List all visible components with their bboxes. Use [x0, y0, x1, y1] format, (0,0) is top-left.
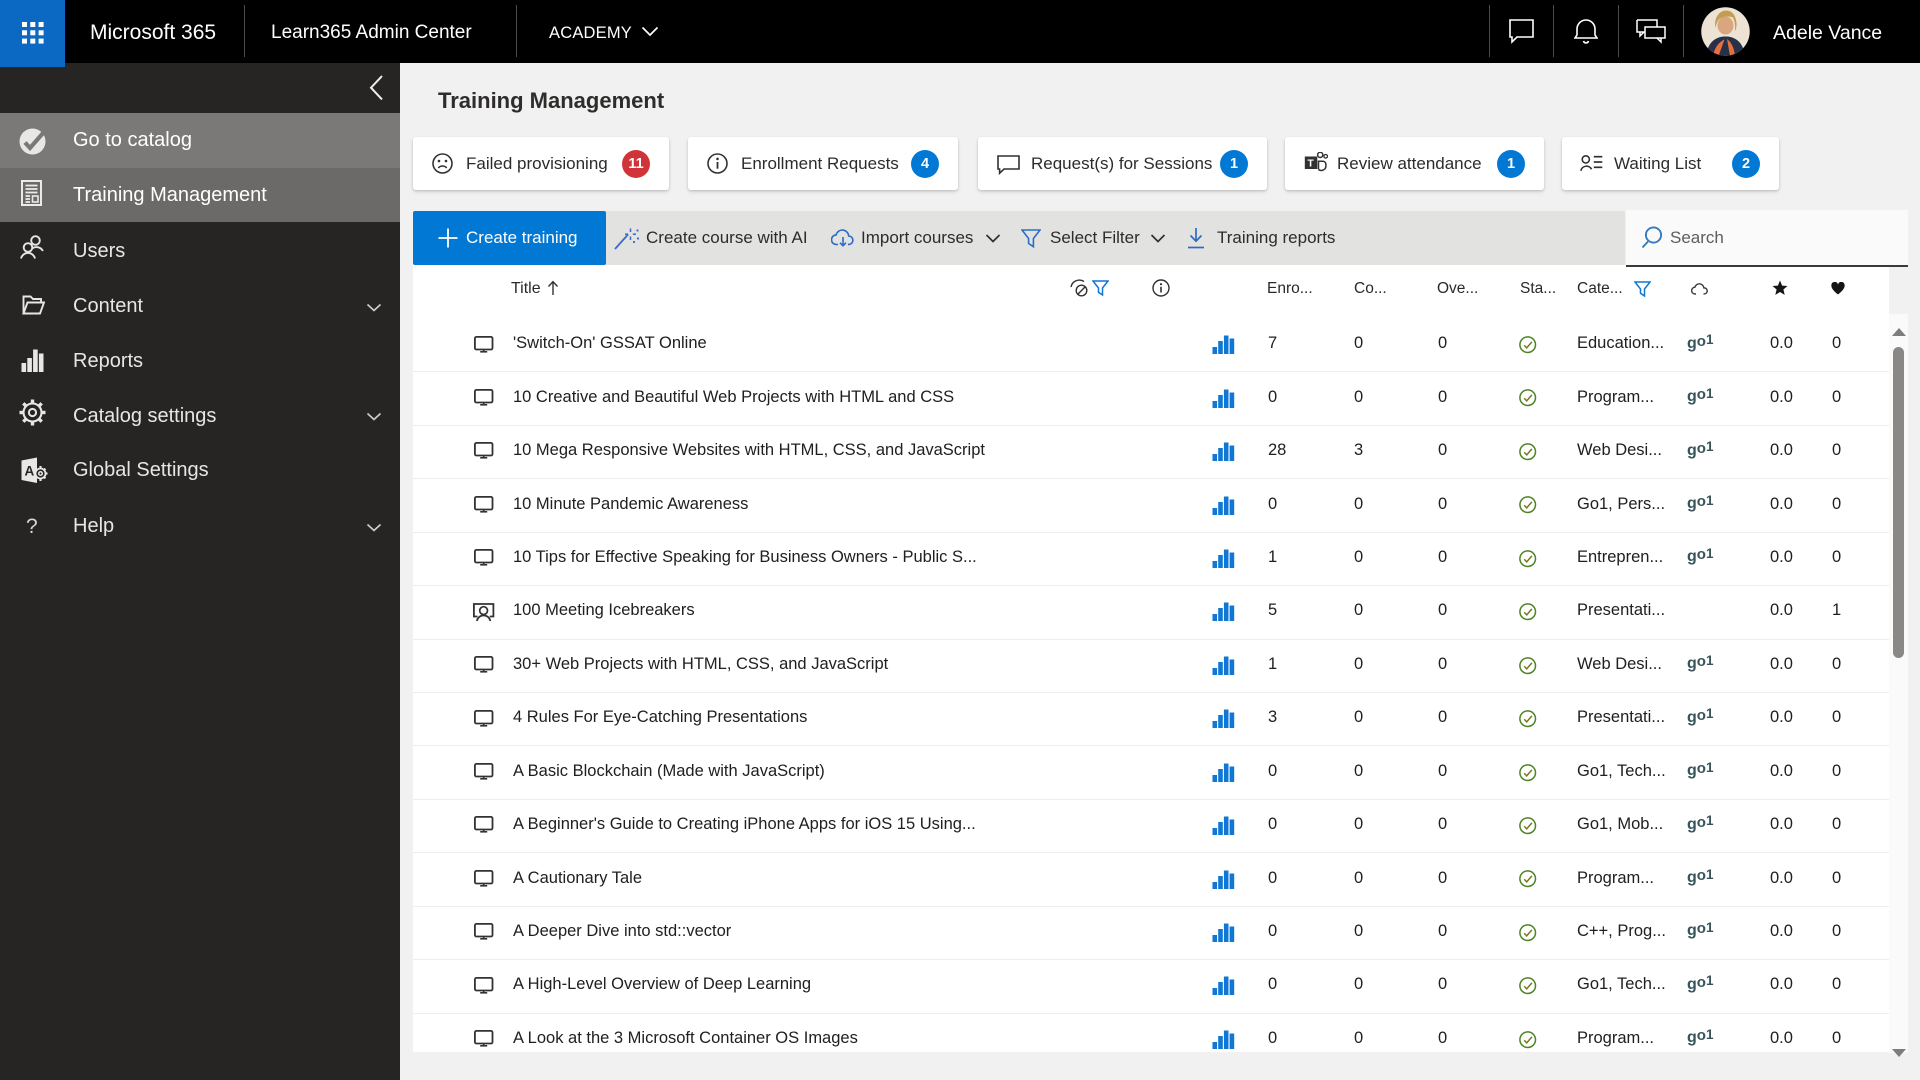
svg-text:T: T: [1307, 158, 1314, 170]
svg-text:A: A: [25, 464, 35, 479]
